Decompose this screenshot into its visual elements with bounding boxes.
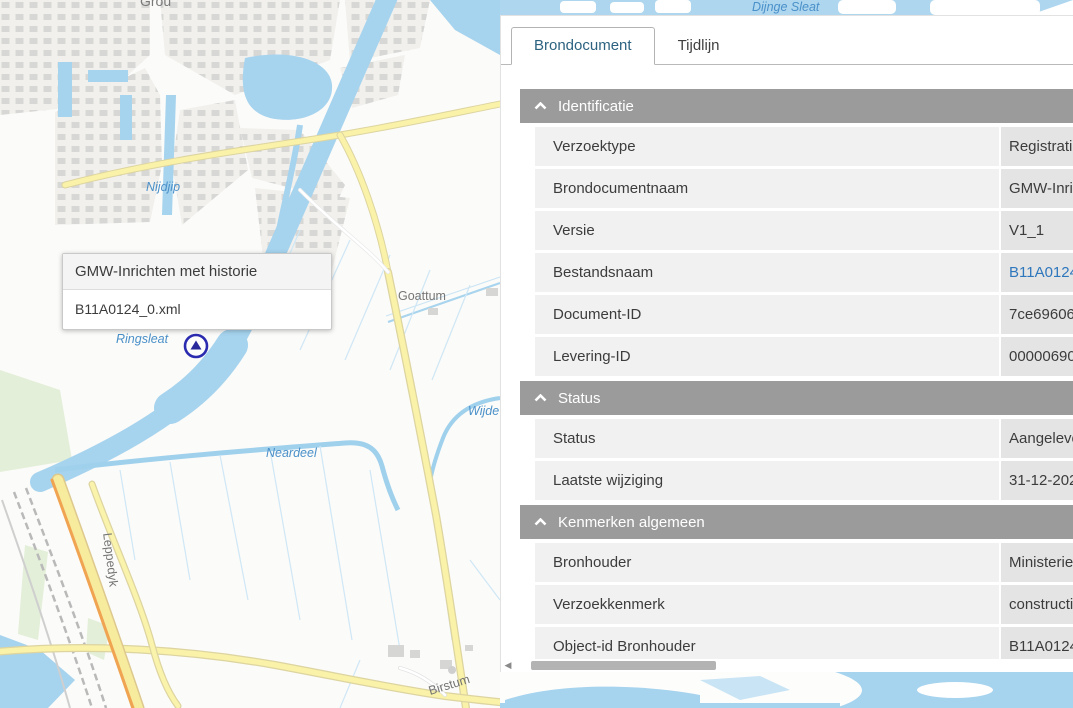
tab-brondocument[interactable]: Brondocument: [511, 27, 655, 65]
chevron-up-icon: [534, 518, 547, 526]
row-value: Registratie: [1001, 127, 1073, 166]
section-title: Status: [558, 390, 601, 407]
row-value: constructi: [1001, 585, 1073, 624]
table-row: Bestandsnaam B11A0124: [535, 253, 1073, 292]
row-value: V1_1: [1001, 211, 1073, 250]
section: Status Status Aangeleve Laatste wijzigin…: [520, 381, 1073, 500]
table-row: Brondocumentnaam GMW-Inric: [535, 169, 1073, 208]
section-rows: Verzoektype Registratie Brondocumentnaam…: [535, 127, 1073, 376]
section-rows: Status Aangeleve Laatste wijziging 31-12…: [535, 419, 1073, 500]
tab-tijdlijn[interactable]: Tijdlijn: [655, 27, 743, 65]
table-row: Levering-ID 00000690: [535, 337, 1073, 376]
popup-document-link[interactable]: B11A0124_0.xml: [63, 290, 331, 329]
horizontal-scrollbar[interactable]: ◀: [501, 659, 1073, 671]
tab-label: Brondocument: [534, 37, 632, 54]
section-header[interactable]: Status: [520, 381, 1073, 415]
table-row: Document-ID 7ce69606e: [535, 295, 1073, 334]
map-sliver-bottom: [500, 672, 1073, 708]
row-label: Document-ID: [535, 295, 999, 334]
section-title: Kenmerken algemeen: [558, 514, 705, 531]
map-sliver-top: [500, 0, 1073, 15]
row-value: 31-12-202: [1001, 461, 1073, 500]
tab-bar: Brondocument Tijdlijn: [501, 16, 1073, 65]
popup-title: GMW-Inrichten met historie: [63, 254, 331, 290]
section-header[interactable]: Identificatie: [520, 89, 1073, 123]
map-popup: GMW-Inrichten met historie B11A0124_0.xm…: [62, 253, 332, 330]
table-row: Bronhouder Ministerie: [535, 543, 1073, 582]
scroll-left-arrow[interactable]: ◀: [501, 659, 515, 671]
table-row: Verzoekkenmerk constructi: [535, 585, 1073, 624]
row-label: Verzoekkenmerk: [535, 585, 999, 624]
row-label: Bronhouder: [535, 543, 999, 582]
section: Kenmerken algemeen Bronhouder Ministerie…: [520, 505, 1073, 666]
marker-icon: [183, 333, 209, 359]
chevron-up-icon: [534, 394, 547, 402]
row-label: Bestandsnaam: [535, 253, 999, 292]
row-label: Brondocumentnaam: [535, 169, 999, 208]
chevron-up-icon: [534, 102, 547, 110]
row-value: 7ce69606e: [1001, 295, 1073, 334]
section-title: Identificatie: [558, 98, 634, 115]
row-value[interactable]: B11A0124: [1001, 253, 1073, 292]
app-window: Grou sumerdyk Nijdjip Goattum Ringsleat …: [0, 0, 1073, 708]
row-label: Versie: [535, 211, 999, 250]
row-label: Status: [535, 419, 999, 458]
tab-label: Tijdlijn: [678, 37, 720, 54]
sections-container: Identificatie Verzoektype Registratie Br…: [520, 89, 1073, 666]
row-value: Aangeleve: [1001, 419, 1073, 458]
row-label: Laatste wijziging: [535, 461, 999, 500]
section-rows: Bronhouder Ministerie Verzoekkenmerk con…: [535, 543, 1073, 666]
table-row: Laatste wijziging 31-12-202: [535, 461, 1073, 500]
table-row: Status Aangeleve: [535, 419, 1073, 458]
row-label: Verzoektype: [535, 127, 999, 166]
row-value: GMW-Inric: [1001, 169, 1073, 208]
row-label: Levering-ID: [535, 337, 999, 376]
row-value: 00000690: [1001, 337, 1073, 376]
scrollbar-thumb[interactable]: [531, 661, 716, 670]
table-row: Verzoektype Registratie: [535, 127, 1073, 166]
section-header[interactable]: Kenmerken algemeen: [520, 505, 1073, 539]
row-value: Ministerie: [1001, 543, 1073, 582]
detail-panel: Brondocument Tijdlijn Identificatie Verz…: [500, 15, 1073, 672]
table-row: Versie V1_1: [535, 211, 1073, 250]
map-marker-gmw[interactable]: [183, 333, 209, 359]
section: Identificatie Verzoektype Registratie Br…: [520, 89, 1073, 376]
